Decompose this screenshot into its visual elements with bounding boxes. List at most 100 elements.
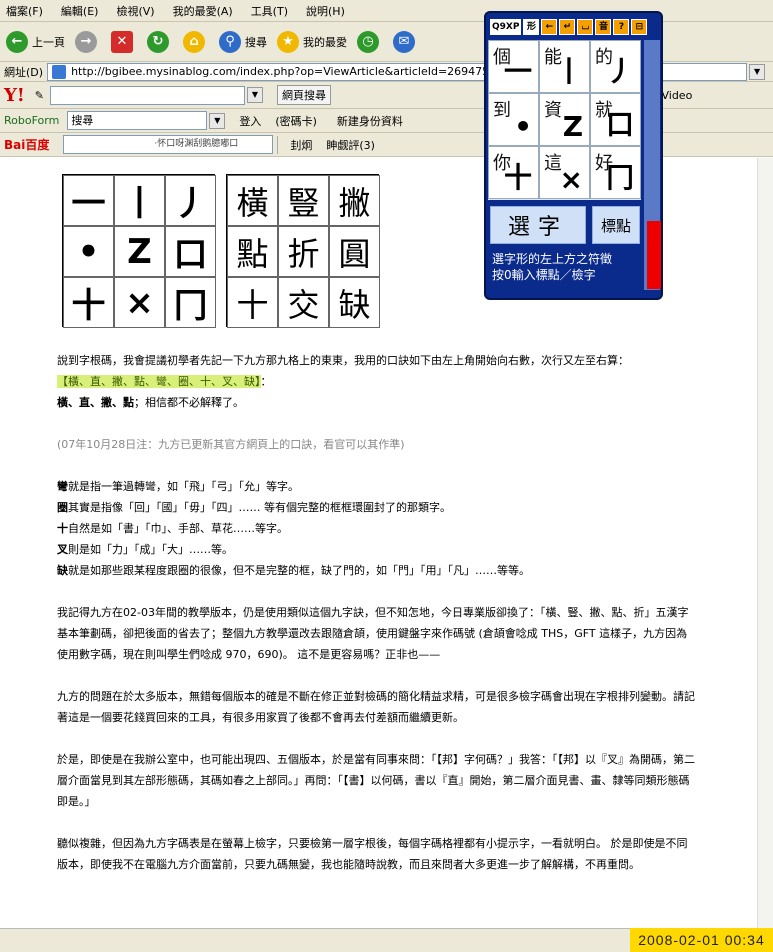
menu-edit[interactable]: 編輯(E)	[61, 3, 99, 19]
ime-space-button[interactable]: ⌴	[577, 19, 594, 35]
refresh-icon: ↻	[147, 30, 169, 53]
grid-cell: 豎	[278, 175, 329, 226]
search-button[interactable]: ⚲ 搜尋	[215, 27, 271, 57]
paragraph-text: 其實是指像「回」「國」「毋」「四」…… 等有個完整的框框環圍封了的那類字。	[68, 501, 451, 514]
menu-help[interactable]: 說明(H)	[306, 3, 345, 19]
ime-key[interactable]: 好冂	[590, 146, 641, 199]
baidu-item-2[interactable]: 眒觑評(3)	[326, 137, 375, 153]
yahoo-logo[interactable]: Y!	[4, 85, 25, 106]
ime-key[interactable]: 資Z	[539, 93, 590, 146]
select-char-button[interactable]: 選字	[490, 206, 586, 244]
mail-icon: ✉	[393, 30, 415, 53]
ime-key-char: 到	[493, 100, 511, 121]
ime-key-stroke: 口	[605, 108, 634, 141]
ime-shape-button[interactable]: 形	[523, 19, 540, 35]
ime-key[interactable]: 就口	[590, 93, 641, 146]
home-icon: ⌂	[183, 30, 205, 53]
bold-text: 叉	[57, 543, 68, 556]
grid-cell: 撇	[329, 175, 380, 226]
bold-text: 彎	[57, 480, 68, 493]
grid-cell: 點	[227, 226, 278, 277]
article-paragraph: 於是，即使是在我辦公室中，也可能出現四、五個版本，於是當有同事來問：「【邦】字何…	[57, 753, 695, 808]
grid-cell: 十	[227, 277, 278, 328]
roboform-logo[interactable]: RoboForm	[4, 114, 59, 127]
ime-sound-button[interactable]: 音	[595, 19, 612, 35]
stop-button[interactable]: ✕	[107, 27, 141, 57]
menu-favorites[interactable]: 我的最愛(A)	[173, 3, 233, 19]
history-button[interactable]: ◷	[353, 27, 387, 57]
ime-hint-line: 選字形的左上方之符徵	[492, 252, 613, 266]
grid-cell: 交	[278, 277, 329, 328]
paragraph-text: 則是如「力」「成」「大」……等。	[68, 543, 233, 556]
page-icon	[52, 64, 67, 79]
ime-key-grid: 個一 能丨 的丿 到 • 資Z 就口 你十 這 × 好冂	[488, 40, 641, 200]
grid-cell: 折	[278, 226, 329, 277]
favorites-label: 我的最愛	[303, 35, 347, 49]
history-icon: ◷	[357, 30, 379, 53]
ime-key[interactable]: 你十	[488, 146, 539, 199]
ime-key-stroke: 十	[503, 161, 532, 194]
grid-cell: 圓	[329, 226, 380, 277]
q9-ime-panel[interactable]: Q9XP 形 ← ↵ ⌴ 音 ? ⊟ 個一 能丨 的丿 到 • 資Z 就口 你十 …	[484, 11, 663, 300]
mail-button[interactable]: ✉	[389, 27, 423, 57]
ime-help-button[interactable]: ?	[613, 19, 630, 35]
grid-cell: 十	[63, 277, 114, 328]
ime-enter-button[interactable]: ↵	[559, 19, 576, 35]
ime-key-stroke: 一	[503, 55, 532, 88]
ime-key[interactable]: 能丨	[539, 40, 590, 93]
ime-key-stroke: •	[514, 110, 532, 143]
passcards-button[interactable]: (密碼卡)	[275, 113, 317, 129]
ime-key[interactable]: 的丿	[590, 40, 641, 93]
yahoo-search-dropdown[interactable]: ▼	[246, 87, 263, 103]
vertical-scrollbar[interactable]	[757, 158, 773, 928]
menu-view[interactable]: 檢視(V)	[116, 3, 154, 19]
paragraph-text: 就是如那些跟某程度跟圈的很像，但不是完整的框，缺了門的，如「門」「用」「凡」………	[68, 564, 530, 577]
paragraph-text: ；相信都不必解釋了。	[134, 396, 244, 409]
article-paragraph: 說到字根碼，我會提議初學者先記一下九方那九格上的東東，我用的口訣如下由左上角開始…	[57, 350, 697, 413]
ime-page-arrows[interactable]	[647, 221, 661, 289]
horizontal-scrollbar[interactable]	[0, 928, 630, 952]
grid-cell: 口	[165, 226, 216, 277]
search-icon: ⚲	[219, 30, 241, 53]
ime-key[interactable]: 個一	[488, 40, 539, 93]
menu-file[interactable]: 檔案(F)	[6, 3, 43, 19]
ime-action-row: 選字 標點	[490, 206, 642, 246]
pencil-icon[interactable]: ✎	[35, 89, 44, 102]
grid-cell: 缺	[329, 277, 380, 328]
web-search-button[interactable]: 網頁搜尋	[276, 85, 331, 105]
new-identity-button[interactable]: 新建身份資料	[337, 113, 403, 129]
login-button[interactable]: 登入	[239, 113, 261, 129]
grid-cell: 丿	[165, 175, 216, 226]
forward-button[interactable]: →	[71, 27, 105, 57]
menu-tools[interactable]: 工具(T)	[251, 3, 288, 19]
bold-text: 橫、直、撇、點	[57, 396, 134, 409]
search-label: 搜尋	[245, 35, 267, 49]
ime-key[interactable]: 這 ×	[539, 146, 590, 199]
baidu-item-1[interactable]: 刲炯	[290, 137, 312, 153]
paragraph-text: ：	[260, 375, 272, 388]
baidu-search-input[interactable]: ·怀口呀渊刮鹅臆嘟口	[63, 135, 274, 154]
back-label: 上一頁	[32, 35, 65, 49]
favorites-button[interactable]: ★ 我的最愛	[273, 27, 351, 57]
grid-cell: Z	[114, 226, 165, 277]
back-button[interactable]: ← 上一頁	[2, 27, 69, 57]
highlighted-mnemonic: 【橫、直、撇、點、彎、圈、十、叉、缺】	[57, 375, 261, 388]
yahoo-search-input[interactable]	[49, 85, 245, 105]
grid-cell: •	[63, 226, 114, 277]
bold-text: 圈	[57, 501, 68, 514]
ime-key-stroke: ×	[559, 163, 583, 196]
roboform-search-dropdown[interactable]: ▼	[209, 112, 226, 129]
ime-logo-button[interactable]: Q9XP	[490, 19, 522, 35]
grid-cell: 丨	[114, 175, 165, 226]
refresh-button[interactable]: ↻	[143, 27, 177, 57]
address-dropdown-button[interactable]: ▼	[749, 63, 766, 80]
baidu-logo[interactable]: Bai百度	[4, 136, 49, 153]
article-paragraph: 九方的問題在於太多版本，無錯每個版本的確是不斷在修正並對檢碼的簡化精益求精，可是…	[57, 690, 695, 724]
ime-hint-line: 按0輸入標點／檢字	[492, 268, 596, 282]
ime-back-button[interactable]: ←	[541, 19, 558, 35]
home-button[interactable]: ⌂	[179, 27, 213, 57]
roboform-search-input[interactable]: 搜尋	[67, 111, 208, 130]
ime-key[interactable]: 到 •	[488, 93, 539, 146]
ime-minimize-button[interactable]: ⊟	[631, 19, 648, 35]
punctuation-button[interactable]: 標點	[592, 206, 640, 244]
